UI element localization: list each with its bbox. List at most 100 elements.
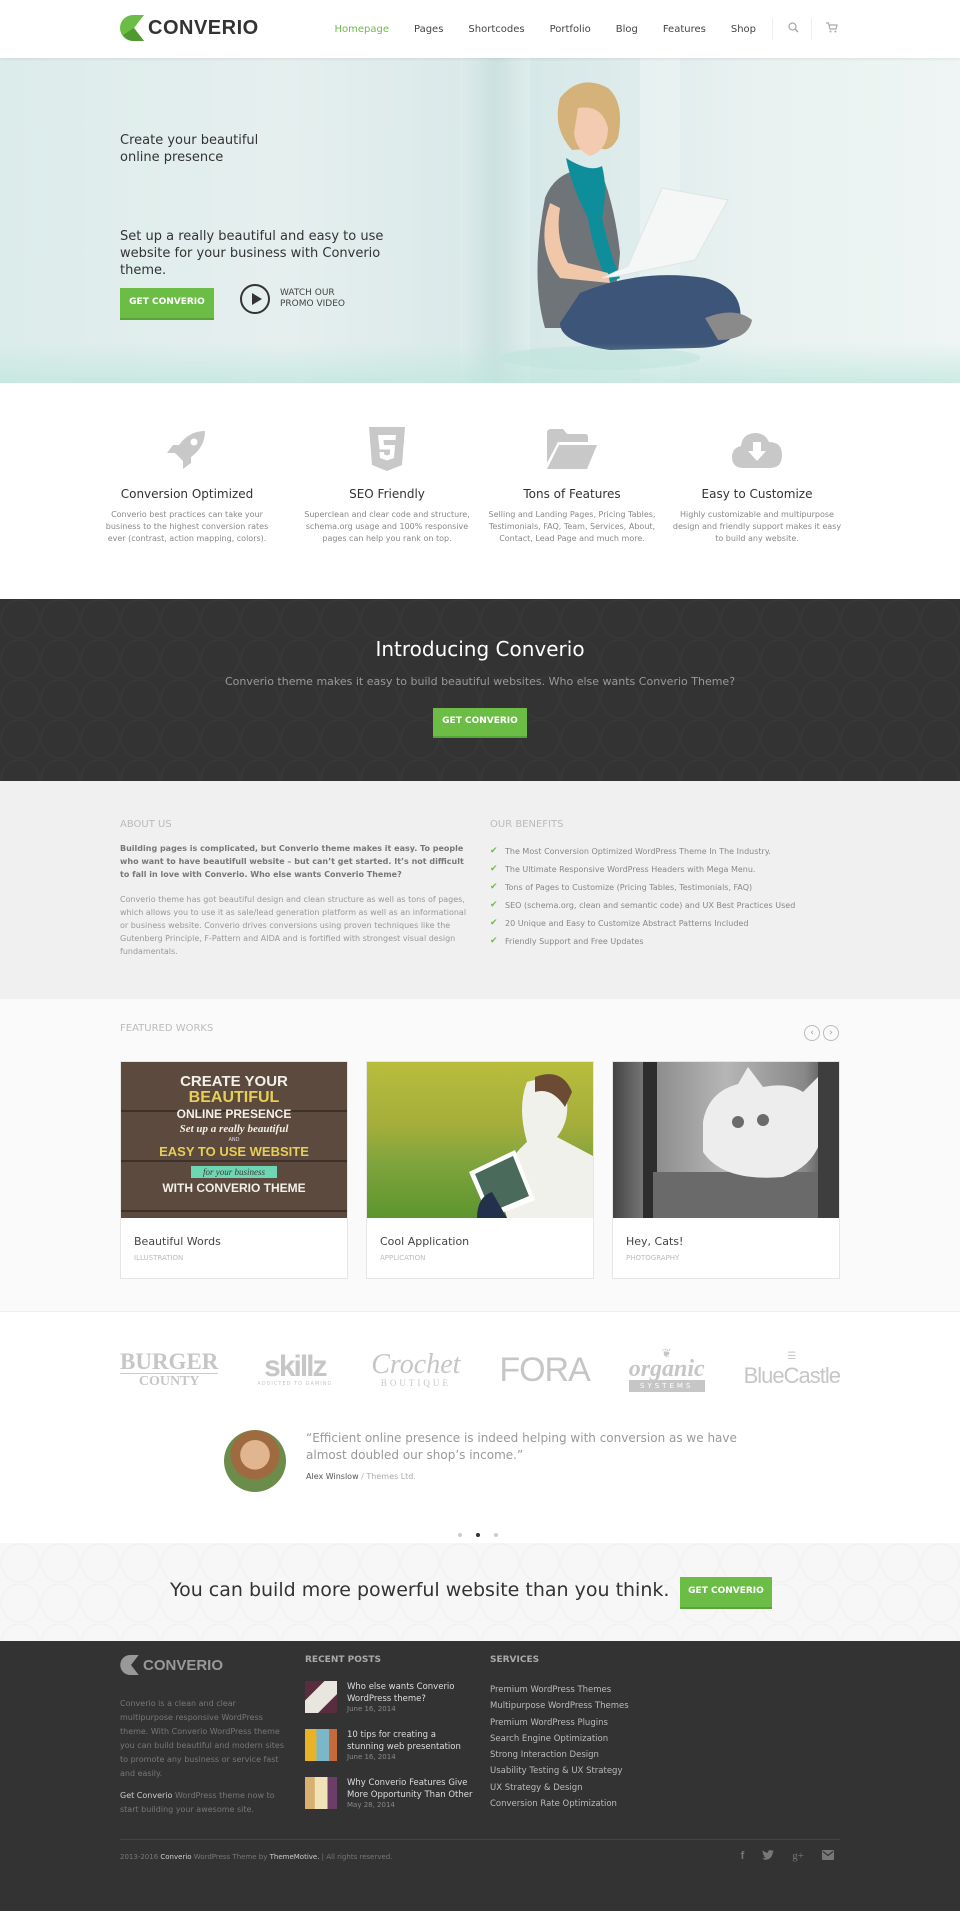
work-title[interactable]: Cool Application — [380, 1235, 593, 1248]
feature-title: Tons of Features — [523, 487, 621, 501]
intro-title: Introducing Converio — [375, 637, 585, 661]
work-image-cool-application[interactable] — [367, 1062, 593, 1218]
client-logo-skillz[interactable]: skillz ADDICTED TO GAMING — [257, 1352, 332, 1388]
chevron-right-icon[interactable]: › — [823, 1025, 839, 1041]
chevron-left-icon[interactable]: ‹ — [804, 1025, 820, 1041]
service-link[interactable]: Strong Interaction Design — [490, 1750, 690, 1766]
nav-divider — [811, 18, 812, 40]
intro-section: Introducing Converio Converio theme make… — [0, 599, 960, 781]
nav-homepage[interactable]: Homepage — [334, 24, 389, 35]
work-category: ILLUSTRATION — [134, 1254, 184, 1262]
work-category: PHOTOGRAPHY — [626, 1254, 680, 1262]
nav-shop[interactable]: Shop — [731, 24, 756, 35]
about-text: Converio theme has got beautiful design … — [120, 895, 467, 956]
poster-text: ONLINE PRESENCE — [176, 1107, 292, 1121]
post-thumbnail[interactable] — [305, 1777, 337, 1809]
intro-text: Converio theme makes it easy to build be… — [224, 675, 736, 688]
client-logo-bluecastle[interactable]: ☰ BlueCastle — [744, 1351, 841, 1389]
hero-get-converio-button[interactable]: GET CONVERIO — [120, 288, 214, 318]
work-card[interactable]: CREATE YOUR BEAUTIFUL ONLINE PRESENCE Se… — [120, 1061, 348, 1279]
recent-post[interactable]: 10 tips for creating a stunning web pres… — [305, 1729, 475, 1761]
client-logo-fora[interactable]: FORA — [499, 1351, 590, 1390]
cloud-download-icon — [672, 427, 842, 471]
client-logo-burger-county[interactable]: BURGER COUNTY — [120, 1350, 219, 1390]
service-link[interactable]: Multipurpose WordPress Themes — [490, 1701, 690, 1717]
nav-portfolio[interactable]: Portfolio — [550, 24, 591, 35]
copyright-text: | All rights reserved. — [319, 1852, 393, 1861]
html5-icon — [302, 427, 472, 471]
nav-blog[interactable]: Blog — [616, 24, 638, 35]
service-link[interactable]: Conversion Rate Optimization — [490, 1799, 690, 1815]
service-link[interactable]: UX Strategy & Design — [490, 1783, 690, 1799]
hero-subtitle: Set up a really beautiful and easy to us… — [120, 229, 384, 278]
logo-icon — [120, 15, 144, 41]
facebook-icon[interactable]: f — [741, 1850, 745, 1863]
cta-get-converio-button[interactable]: GET CONVERIO — [680, 1577, 772, 1607]
recent-post[interactable]: Why Converio Features Give More Opportun… — [305, 1777, 475, 1809]
post-thumbnail[interactable] — [305, 1729, 337, 1761]
client-logo-crochet[interactable]: Crochet BOUTIQUE — [371, 1351, 460, 1389]
recent-posts: RECENT POSTS Who else wants Converio Wor… — [305, 1655, 475, 1809]
check-icon: ✔ — [490, 900, 498, 910]
work-image-beautiful-words[interactable]: CREATE YOUR BEAUTIFUL ONLINE PRESENCE Se… — [121, 1062, 347, 1218]
pagination-dot[interactable] — [494, 1533, 498, 1537]
email-icon[interactable] — [822, 1850, 834, 1863]
feature-conversion-optimized: Conversion Optimized Converio best pract… — [102, 427, 272, 545]
watch-promo-video-link[interactable]: WATCH OUR PROMO VIDEO — [240, 284, 360, 314]
benefit-text: Tons of Pages to Customize (Pricing Tabl… — [505, 882, 753, 892]
post-title[interactable]: Why Converio Features Give More Opportun… — [347, 1777, 475, 1801]
benefit-item: ✔ Tons of Pages to Customize (Pricing Tab… — [490, 878, 840, 896]
footer-logo[interactable]: CONVERIO — [120, 1655, 223, 1675]
post-thumbnail[interactable] — [305, 1681, 337, 1713]
pagination-dot[interactable] — [458, 1533, 462, 1537]
footer-logo-text: CONVERIO — [143, 1656, 224, 1674]
work-card[interactable]: Cool Application APPLICATION — [366, 1061, 594, 1279]
twitter-icon[interactable] — [762, 1850, 775, 1863]
post-title[interactable]: Who else wants Converio WordPress theme? — [347, 1681, 475, 1705]
service-link[interactable]: Premium WordPress Plugins — [490, 1718, 690, 1734]
logo[interactable]: CONVERIO — [120, 15, 259, 41]
thememotive-link[interactable]: ThemeMotive. — [270, 1853, 320, 1861]
benefit-item: ✔ 20 Unique and Easy to Customize Abstrac… — [490, 914, 840, 932]
check-icon: ✔ — [490, 918, 498, 928]
hero-woman-with-laptop-image — [500, 82, 752, 370]
work-title[interactable]: Beautiful Words — [134, 1235, 347, 1248]
copyright: 2013-2016 Converio WordPress Theme by Th… — [120, 1853, 392, 1861]
service-link[interactable]: Usability Testing & UX Strategy — [490, 1766, 690, 1782]
google-plus-icon[interactable]: g+ — [792, 1850, 804, 1863]
copyright-brand-link[interactable]: Converio — [160, 1853, 191, 1861]
work-category: APPLICATION — [380, 1254, 426, 1262]
benefit-text: Friendly Support and Free Updates — [505, 936, 644, 946]
nav-features[interactable]: Features — [663, 24, 706, 35]
poster-text: for your business — [190, 1166, 277, 1178]
hero-banner: Create your beautiful online presence Se… — [0, 58, 960, 383]
services: SERVICES Premium WordPress Themes Multip… — [490, 1655, 690, 1815]
work-image-hey-cats[interactable] — [613, 1062, 839, 1218]
work-card[interactable]: Hey, Cats! PHOTOGRAPHY — [612, 1061, 840, 1279]
nav-pages[interactable]: Pages — [414, 24, 443, 35]
promo-video-label[interactable]: WATCH OUR PROMO VIDEO — [280, 288, 360, 310]
site-header: CONVERIO Homepage Pages Shortcodes Portf… — [0, 0, 960, 58]
cart-icon[interactable] — [824, 22, 840, 36]
nav-shortcodes[interactable]: Shortcodes — [468, 24, 524, 35]
logo-icon — [120, 1655, 139, 1675]
service-link[interactable]: Premium WordPress Themes — [490, 1685, 690, 1701]
post-date: June 16, 2014 — [347, 1753, 396, 1761]
recent-post[interactable]: Who else wants Converio WordPress theme?… — [305, 1681, 475, 1713]
intro-get-converio-button[interactable]: GET CONVERIO — [433, 708, 527, 736]
hero-floor — [0, 343, 960, 383]
post-title[interactable]: 10 tips for creating a stunning web pres… — [347, 1729, 475, 1753]
service-link[interactable]: Search Engine Optimization — [490, 1734, 690, 1750]
pagination-dot-active[interactable] — [476, 1533, 480, 1537]
work-title[interactable]: Hey, Cats! — [626, 1235, 839, 1248]
play-icon[interactable] — [240, 284, 270, 314]
testimonial-quote: “Efficient online presence is indeed hel… — [306, 1431, 737, 1462]
benefit-text: The Most Conversion Optimized WordPress … — [505, 846, 771, 856]
footer-about-cta: Get Converio WordPress theme now to star… — [120, 1789, 285, 1817]
client-logo-organic-systems[interactable]: ❦ organic SYSTEMS — [628, 1347, 705, 1392]
feature-title: Conversion Optimized — [120, 487, 254, 501]
main-nav: Homepage Pages Shortcodes Portfolio Blog… — [309, 0, 840, 58]
search-icon[interactable] — [785, 22, 801, 36]
author-company: / Themes Ltd. — [358, 1472, 416, 1481]
get-converio-link[interactable]: Get Converio — [120, 1791, 172, 1800]
